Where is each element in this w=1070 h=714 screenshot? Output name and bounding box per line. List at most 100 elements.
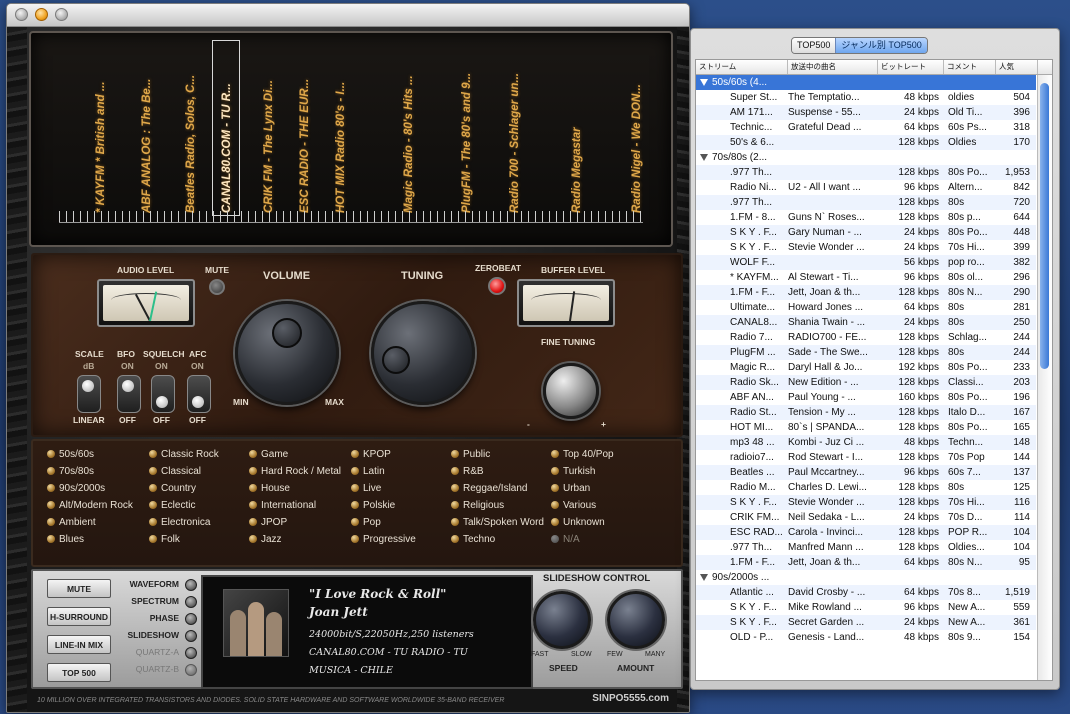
mode-phase-radio[interactable] xyxy=(185,613,197,625)
genre-house[interactable]: House xyxy=(249,483,290,494)
tab-genre-top500[interactable]: ジャンル別 TOP500 xyxy=(835,38,927,53)
table-row[interactable]: 1.FM - F... Jett, Joan & th... 128 kbps 80s… xyxy=(696,285,1036,300)
zoom-window-icon[interactable] xyxy=(55,8,68,21)
genre-game[interactable]: Game xyxy=(249,449,288,460)
genre-pop[interactable]: Pop xyxy=(351,517,381,528)
h-surround-button[interactable]: H-SURROUND xyxy=(47,607,111,626)
genre-various[interactable]: Various xyxy=(551,500,596,511)
top-500-button[interactable]: TOP 500 xyxy=(47,663,111,682)
table-row[interactable]: S K Y . F... Gary Numan - ... 24 kbps 80s P… xyxy=(696,225,1036,240)
table-row[interactable]: 1.FM - 8... Guns N` Roses... 128 kbps 80s p… xyxy=(696,210,1036,225)
table-row[interactable]: Atlantic ... David Crosby - ... 64 kbps 70s… xyxy=(696,585,1036,600)
genre-talk-spoken-word[interactable]: Talk/Spoken Word xyxy=(451,517,544,528)
genre-eclectic[interactable]: Eclectic xyxy=(149,500,195,511)
bfo-switch[interactable] xyxy=(117,375,141,413)
genre-religious[interactable]: Religious xyxy=(451,500,504,511)
tuning-dial[interactable]: * KAYFM * British and ... ABF ANALOG : Th… xyxy=(29,31,673,247)
column-stream[interactable]: ストリーム xyxy=(696,60,788,74)
dial-station-11[interactable]: Radio Nigel - We DON... xyxy=(625,43,647,213)
vertical-scrollbar[interactable] xyxy=(1037,75,1052,680)
table-row[interactable]: .977 Th... Manfred Mann ... 128 kbps Oldies… xyxy=(696,540,1036,555)
tuning-knob[interactable] xyxy=(371,301,475,405)
genre-electronica[interactable]: Electronica xyxy=(149,517,210,528)
genre-70s-80s[interactable]: 70s/80s xyxy=(47,466,94,477)
genre-folk[interactable]: Folk xyxy=(149,534,180,545)
table-row[interactable]: 1.FM - F... Jett, Joan & th... 64 kbps 80s … xyxy=(696,555,1036,570)
genre-alt-modern-rock[interactable]: Alt/Modern Rock xyxy=(47,500,133,511)
genre-international[interactable]: International xyxy=(249,500,316,511)
table-row[interactable]: .977 Th... 128 kbps 80s 720 xyxy=(696,195,1036,210)
slideshow-amount-knob[interactable] xyxy=(607,591,665,649)
genre-turkish[interactable]: Turkish xyxy=(551,466,595,477)
genre-hard-rock-metal[interactable]: Hard Rock / Metal xyxy=(249,466,341,477)
genre-kpop[interactable]: KPOP xyxy=(351,449,391,460)
table-row[interactable]: CANAL8... Shania Twain - ... 24 kbps 80s 250 xyxy=(696,315,1036,330)
genre-reggae-island[interactable]: Reggae/Island xyxy=(451,483,528,494)
close-window-icon[interactable] xyxy=(15,8,28,21)
dial-station-3[interactable]: CANAL80.COM - TU R... xyxy=(212,40,240,216)
genre-unknown[interactable]: Unknown xyxy=(551,517,605,528)
genre-progressive[interactable]: Progressive xyxy=(351,534,416,545)
disclosure-triangle-icon[interactable] xyxy=(700,574,708,581)
disclosure-triangle-icon[interactable] xyxy=(700,154,708,161)
table-row[interactable]: Beatles ... Paul Mccartney... 96 kbps 60s 7… xyxy=(696,465,1036,480)
genre-public[interactable]: Public xyxy=(451,449,490,460)
dial-station-2[interactable]: Beatles Radio, Solos, C... xyxy=(179,43,201,213)
table-row[interactable]: AM 171... Suspense - 55... 24 kbps Old Ti..… xyxy=(696,105,1036,120)
mode-spectrum-radio[interactable] xyxy=(185,596,197,608)
slideshow-speed-knob[interactable] xyxy=(533,591,591,649)
table-row[interactable]: Radio Sk... New Edition - ... 128 kbps Clas… xyxy=(696,375,1036,390)
table-row[interactable]: Radio Ni... U2 - All I want ... 96 kbps Alt… xyxy=(696,180,1036,195)
genre-n-a[interactable]: N/A xyxy=(551,534,580,545)
genre-top-40-pop[interactable]: Top 40/Pop xyxy=(551,449,614,460)
mute-toggle[interactable] xyxy=(209,279,225,295)
table-row[interactable]: radioio7... Rod Stewart - I... 128 kbps 70s… xyxy=(696,450,1036,465)
radio-titlebar[interactable] xyxy=(7,4,689,27)
table-row[interactable]: HOT MI... 80`s | SPANDA... 128 kbps 80s Po.… xyxy=(696,420,1036,435)
afc-switch[interactable] xyxy=(187,375,211,413)
genre-latin[interactable]: Latin xyxy=(351,466,385,477)
scrollbar-thumb[interactable] xyxy=(1040,83,1049,369)
dial-station-6[interactable]: HOT MIX Radio 80's - I... xyxy=(329,43,351,213)
genre-live[interactable]: Live xyxy=(351,483,381,494)
group-row[interactable]: 90s/2000s ... xyxy=(696,570,1036,585)
table-row[interactable]: S K Y . F... Stevie Wonder ... 24 kbps 70s … xyxy=(696,240,1036,255)
line-in-mix-button[interactable]: LINE-IN MIX xyxy=(47,635,111,654)
table-row[interactable]: Magic R... Daryl Hall & Jo... 192 kbps 80s … xyxy=(696,360,1036,375)
mode-slideshow-radio[interactable] xyxy=(185,630,197,642)
genre-jazz[interactable]: Jazz xyxy=(249,534,282,545)
table-row[interactable]: .977 Th... 128 kbps 80s Po... 1,953 xyxy=(696,165,1036,180)
column-comment[interactable]: コメント xyxy=(944,60,996,74)
table-row[interactable]: WOLF F... 56 kbps pop ro... 382 xyxy=(696,255,1036,270)
table-row[interactable]: Radio M... Charles D. Lewi... 128 kbps 80s 1… xyxy=(696,480,1036,495)
table-row[interactable]: Ultimate... Howard Jones ... 64 kbps 80s 281 xyxy=(696,300,1036,315)
genre-urban[interactable]: Urban xyxy=(551,483,590,494)
dial-station-8[interactable]: PlugFM - The 80's and 9... xyxy=(455,43,477,213)
table-row[interactable]: ESC RAD... Carola - Invinci... 128 kbps POP… xyxy=(696,525,1036,540)
fine-tuning-knob[interactable] xyxy=(543,363,599,419)
table-row[interactable]: Super St... The Temptatio... 48 kbps oldies… xyxy=(696,90,1036,105)
genre-ambient[interactable]: Ambient xyxy=(47,517,96,528)
mode-quartz-a-radio[interactable] xyxy=(185,647,197,659)
group-row[interactable]: 70s/80s (2... xyxy=(696,150,1036,165)
column-now-playing[interactable]: 放送中の曲名 xyxy=(788,60,878,74)
table-row[interactable]: S K Y . F... Mike Rowland ... 96 kbps New A… xyxy=(696,600,1036,615)
column-popularity[interactable]: 人気 xyxy=(996,60,1038,74)
table-row[interactable]: S K Y . F... Secret Garden ... 24 kbps New … xyxy=(696,615,1036,630)
tab-top500[interactable]: TOP500 xyxy=(792,38,836,53)
table-row[interactable]: mp3 48 ... Kombi - Juz Ci ... 48 kbps Techn… xyxy=(696,435,1036,450)
table-row[interactable]: PlugFM ... Sade - The Swe... 128 kbps 80s 24… xyxy=(696,345,1036,360)
genre-polskie[interactable]: Polskie xyxy=(351,500,395,511)
mode-waveform-radio[interactable] xyxy=(185,579,197,591)
genre-techno[interactable]: Techno xyxy=(451,534,495,545)
mode-quartz-b-radio[interactable] xyxy=(185,664,197,676)
dial-station-4[interactable]: CRIK FM - The Lynx Di... xyxy=(257,43,279,213)
table-row[interactable]: 50's & 6... 128 kbps Oldies 170 xyxy=(696,135,1036,150)
table-row[interactable]: CRIK FM... Neil Sedaka - L... 24 kbps 70s D… xyxy=(696,510,1036,525)
dial-station-0[interactable]: * KAYFM * British and ... xyxy=(89,43,111,213)
volume-knob[interactable] xyxy=(235,301,339,405)
table-row[interactable]: S K Y . F... Stevie Wonder ... 128 kbps 70s… xyxy=(696,495,1036,510)
table-row[interactable]: ABF AN... Paul Young - ... 160 kbps 80s Po… xyxy=(696,390,1036,405)
genre-jpop[interactable]: JPOP xyxy=(249,517,287,528)
dial-station-1[interactable]: ABF ANALOG : The Be... xyxy=(135,43,157,213)
